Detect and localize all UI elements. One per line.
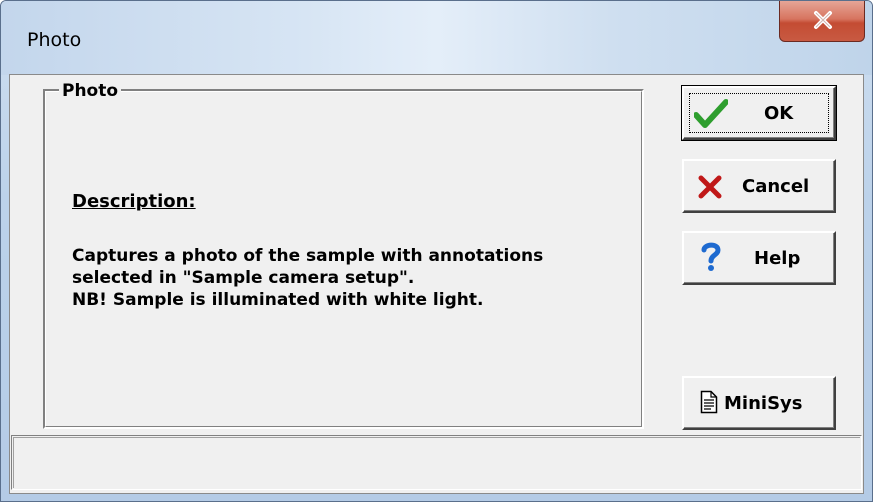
help-label: Help <box>754 248 801 269</box>
ok-button[interactable]: OK <box>681 85 837 141</box>
checkmark-icon <box>694 99 728 128</box>
cancel-button[interactable]: Cancel <box>682 159 836 213</box>
description-heading: Description: <box>72 191 196 212</box>
minisys-label: MiniSys <box>724 393 803 414</box>
help-button[interactable]: Help <box>682 231 836 285</box>
document-icon <box>700 390 718 414</box>
description-line-2: selected in "Sample camera setup". <box>72 268 415 288</box>
groupbox-title: Photo <box>59 81 122 101</box>
window-title: Photo <box>27 29 82 51</box>
description-line-3: NB! Sample is illuminated with white lig… <box>72 290 484 310</box>
ok-label: OK <box>764 103 794 124</box>
close-button[interactable] <box>779 1 865 42</box>
close-icon <box>814 11 832 29</box>
title-bar[interactable]: Photo <box>1 1 872 75</box>
cancel-label: Cancel <box>742 176 810 197</box>
dialog-window: Photo Photo Description: Captures a phot… <box>0 0 873 502</box>
x-mark-icon <box>698 175 722 199</box>
dialog-client-area: Photo Description: Captures a photo of t… <box>9 74 864 494</box>
status-bar <box>11 435 862 490</box>
minisys-button[interactable]: MiniSys <box>682 376 836 430</box>
question-mark-icon <box>701 242 721 271</box>
description-line-1: Captures a photo of the sample with anno… <box>72 246 544 266</box>
